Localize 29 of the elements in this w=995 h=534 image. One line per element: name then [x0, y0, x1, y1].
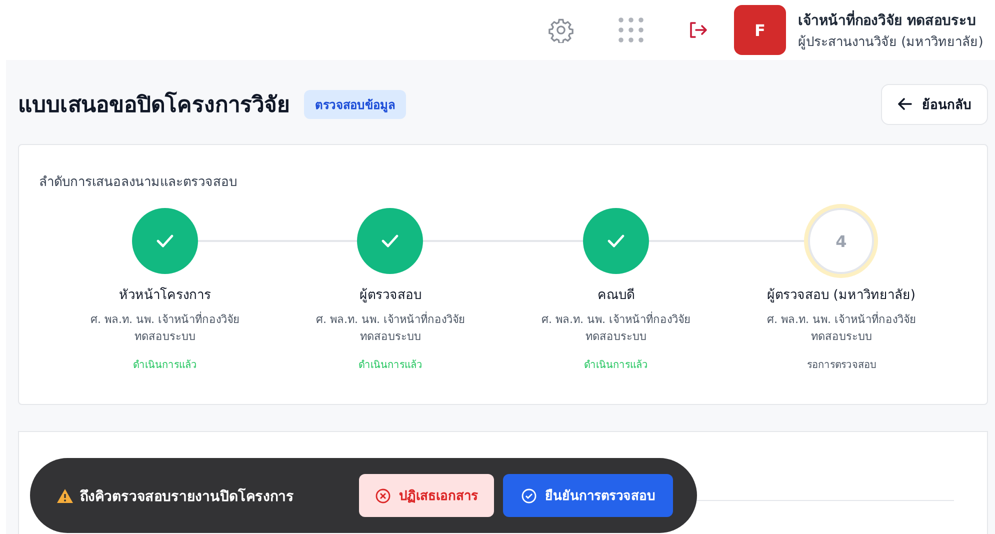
status-badge: ตรวจสอบข้อมูล	[304, 90, 406, 118]
step-status: ดำเนินการแล้ว	[132, 358, 197, 372]
back-button[interactable]: ย้อนกลับ	[881, 84, 988, 124]
step-status: รอการตรวจสอบ	[806, 359, 876, 372]
step-status: ดำเนินการแล้ว	[358, 358, 422, 372]
warning-icon	[56, 488, 74, 504]
apps-grid-icon[interactable]	[618, 17, 644, 43]
step-status: ดำเนินการแล้ว	[584, 358, 648, 372]
user-name: เจ้าหน้าที่กองวิจัย ทดสอบระบ	[798, 8, 995, 30]
step-role: ผู้ตรวจสอบ	[359, 287, 422, 305]
section-title: ลำดับการเสนอลงนามและตรวจสอบ	[39, 174, 238, 192]
settings-icon[interactable]	[548, 17, 574, 43]
user-avatar[interactable]: F	[734, 5, 786, 55]
check-circle-icon	[521, 488, 537, 504]
page-title: แบบเสนอขอปิดโครงการวิจัย	[18, 90, 290, 120]
confirm-button[interactable]: ยืนยันการตรวจสอบ	[503, 474, 673, 517]
user-role: ผู้ประสานงานวิจัย (มหาวิทยาลัย)	[798, 34, 984, 52]
step-person: ศ. พล.ท. นพ. เจ้าหน้าที่กองวิจัย ทดสอบระบบ	[315, 311, 466, 345]
step-role: ผู้ตรวจสอบ (มหาวิทยาลัย)	[767, 287, 916, 305]
logout-icon[interactable]	[688, 20, 708, 40]
action-message: ถึงคิวตรวจสอบรายงานปิดโครงการ	[80, 487, 294, 506]
step-person: ศ. พล.ท. นพ. เจ้าหน้าที่กองวิจัย ทดสอบระบบ	[90, 311, 240, 345]
step-person: ศ. พล.ท. นพ. เจ้าหน้าที่กองวิจัย ทดสอบระบบ	[540, 311, 691, 345]
step-role: หัวหน้าโครงการ	[118, 286, 211, 305]
x-circle-icon	[375, 488, 391, 504]
step-role: คณบดี	[597, 286, 634, 305]
arrow-left-icon	[898, 98, 912, 110]
reject-button[interactable]: ปฏิเสธเอกสาร	[359, 474, 494, 517]
step-person: ศ. พล.ท. นพ. เจ้าหน้าที่กองวิจัย ทดสอบระบบ	[766, 311, 916, 345]
